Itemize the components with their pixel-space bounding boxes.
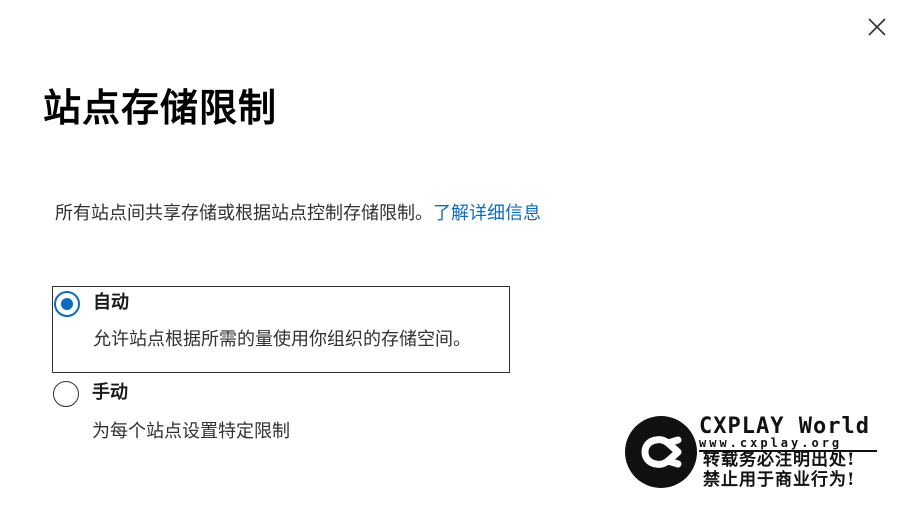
watermark-notice-2: 禁止用于商业行为! (703, 470, 856, 490)
radio-option-automatic[interactable]: 自动 允许站点根据所需的量使用你组织的存储空间。 (52, 286, 510, 373)
radio-button-automatic[interactable] (54, 291, 80, 317)
watermark: CXPLAY World www.cxplay.org 转载务必注明出处! 禁止… (625, 414, 880, 490)
close-icon (868, 18, 886, 36)
watermark-logo (625, 416, 697, 488)
page-title: 站点存储限制 (43, 86, 278, 130)
radio-selected-dot (61, 298, 73, 310)
radio-button-manual[interactable] (53, 381, 79, 407)
option-description-manual: 为每个站点设置特定限制 (92, 421, 290, 442)
option-label-manual: 手动 (92, 382, 128, 403)
option-description-automatic: 允许站点根据所需的量使用你组织的存储空间。 (93, 329, 471, 350)
close-button[interactable] (862, 12, 892, 42)
description-text: 所有站点间共享存储或根据站点控制存储限制。了解详细信息 (55, 200, 541, 228)
option-label-automatic: 自动 (93, 292, 129, 313)
description-label: 所有站点间共享存储或根据站点控制存储限制。 (55, 203, 433, 224)
radio-option-manual[interactable]: 手动 为每个站点设置特定限制 (52, 377, 510, 453)
storage-limit-panel: 站点存储限制 所有站点间共享存储或根据站点控制存储限制。了解详细信息 自动 允许… (0, 0, 907, 511)
alpha-logo-icon (641, 436, 682, 468)
watermark-notice-1: 转载务必注明出处! (703, 450, 856, 470)
learn-more-link[interactable]: 了解详细信息 (433, 203, 541, 224)
